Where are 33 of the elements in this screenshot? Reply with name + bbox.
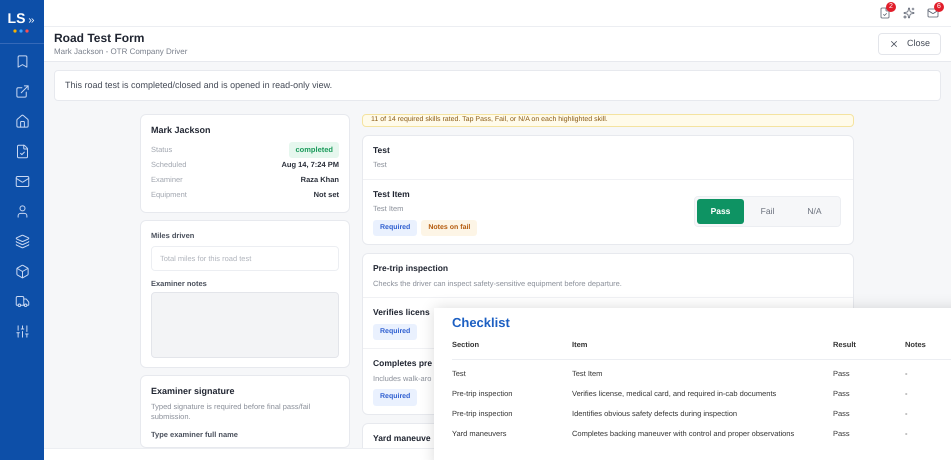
mail-icon[interactable] (14, 174, 30, 189)
rating-option[interactable]: Pass (697, 199, 744, 224)
external-link-icon[interactable] (14, 84, 30, 99)
read-only-notice: This road test is completed/closed and is opened in read-only view. (54, 70, 941, 101)
mail-icon[interactable] (927, 7, 939, 19)
logo-dots-icon (13, 28, 31, 32)
checklist-title: Checklist (452, 314, 511, 332)
layers-icon[interactable] (14, 234, 30, 249)
home-icon[interactable] (14, 114, 30, 129)
section-title: Yard maneuve (373, 432, 431, 444)
page-title: Road Test Form (54, 30, 146, 46)
close-icon (888, 39, 899, 49)
section-title: Pre-trip inspection (373, 262, 448, 275)
section-title: Test (373, 144, 390, 156)
skill-title: Verifies licens (373, 306, 430, 319)
rating-option[interactable]: Fail (744, 199, 791, 224)
bookmark-icon[interactable] (14, 54, 30, 69)
box-icon[interactable] (14, 264, 30, 279)
sliders-icon[interactable] (14, 324, 30, 339)
document-check-icon[interactable] (879, 7, 891, 19)
sparkles-icon[interactable] (903, 7, 915, 19)
signature-title: Examiner signature (151, 385, 236, 398)
user-icon[interactable] (14, 204, 30, 219)
page-subtitle: Mark Jackson - OTR Company Driver (54, 46, 188, 58)
expand-icon[interactable] (27, 16, 36, 24)
skill-title: Completes pre (373, 357, 432, 370)
driver-name: Mark Jackson (151, 124, 212, 137)
rating-option[interactable]: N/A (791, 199, 838, 224)
close-button[interactable]: Close (878, 33, 941, 55)
truck-icon[interactable] (14, 294, 30, 309)
skill-title: Test Item (373, 188, 411, 200)
logo-text: LS (8, 10, 26, 24)
document-check-icon[interactable] (14, 144, 30, 159)
